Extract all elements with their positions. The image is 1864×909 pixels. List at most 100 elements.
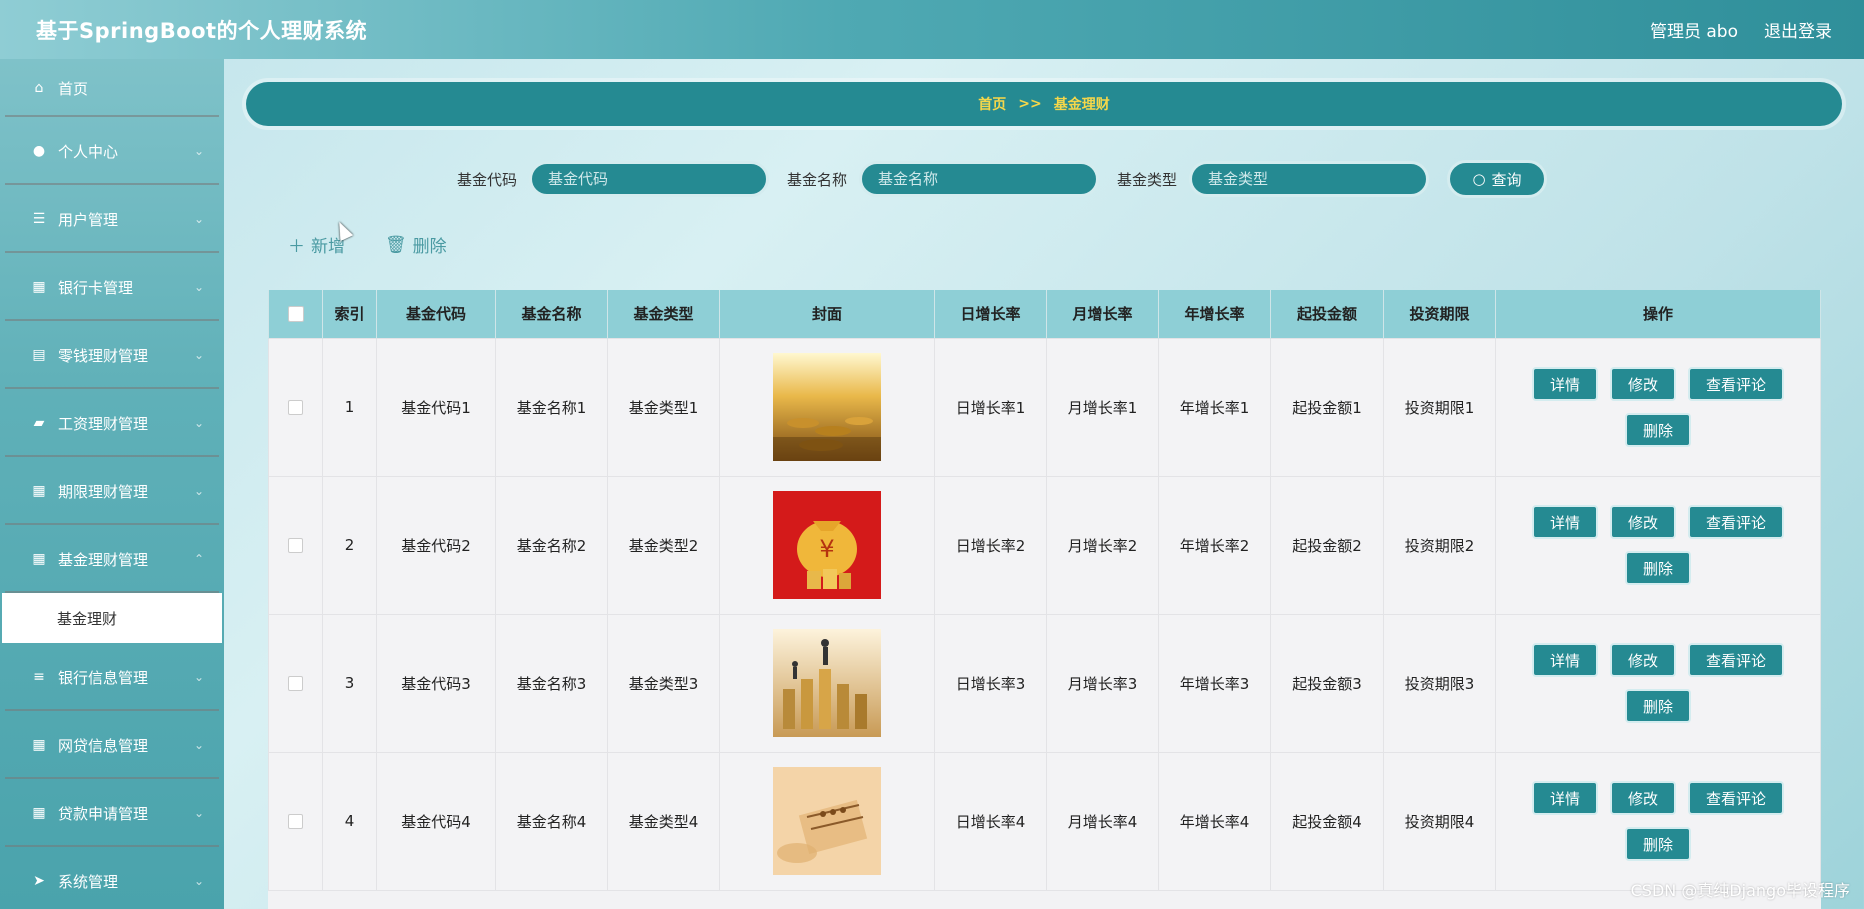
column-header: 索引	[322, 290, 377, 338]
sidebar-item-label: 个人中心	[58, 142, 119, 161]
chevron-down-icon: ⌄	[193, 738, 204, 752]
column-header: 操作	[1495, 290, 1821, 338]
fund-type-input[interactable]	[1189, 161, 1430, 197]
cover-image-businessmen-coins	[773, 629, 881, 737]
delete-button-label: 删除	[412, 237, 447, 257]
grid-icon: ▦	[32, 483, 46, 499]
delete-button[interactable]: 删除	[1624, 551, 1691, 585]
sidebar-item-bank-card[interactable]: ▦ 银行卡管理 ⌄	[0, 253, 224, 321]
cell-day-rate: 日增长率1	[934, 337, 1047, 477]
cell-month-rate: 月增长率3	[1046, 613, 1159, 753]
cell-min-amount: 起投金额2	[1270, 475, 1384, 615]
list-icon: ≡	[33, 669, 45, 685]
row-actions: 详情 修改 查看评论 删除	[1496, 643, 1820, 723]
sidebar-subitem-fund[interactable]: 基金理财	[2, 593, 222, 643]
cell-day-rate: 日增长率3	[934, 613, 1047, 753]
table-header-row: 索引 基金代码 基金名称 基金类型 封面 日增长率 月增长率 年增长率 起投金额…	[268, 290, 1821, 338]
sidebar-item-salary-finance[interactable]: ▰ 工资理财管理 ⌄	[0, 389, 224, 457]
view-comments-button[interactable]: 查看评论	[1688, 781, 1785, 815]
table-row: 3 基金代码3 基金名称3 基金类型3 日增长率3 月增长率3 年增长率3 起投…	[268, 613, 1821, 753]
detail-button[interactable]: 详情	[1531, 643, 1598, 677]
cell-min-amount: 起投金额3	[1270, 613, 1384, 753]
breadcrumb: 首页 >> 基金理财	[246, 82, 1842, 126]
chevron-down-icon: ⌄	[193, 212, 204, 226]
edit-button[interactable]: 修改	[1609, 643, 1676, 677]
fund-name-input[interactable]	[859, 161, 1099, 197]
plus-icon: ＋	[288, 237, 305, 257]
sidebar-item-loan-apply[interactable]: ▦ 贷款申请管理 ⌄	[0, 779, 224, 847]
column-header: 基金代码	[376, 290, 496, 338]
sidebar-item-label: 用户管理	[58, 210, 119, 229]
cell-name: 基金名称4	[495, 751, 608, 891]
view-comments-button[interactable]: 查看评论	[1688, 643, 1785, 677]
row-checkbox[interactable]	[288, 676, 303, 691]
delete-button[interactable]: 删除	[1624, 689, 1691, 723]
chevron-down-icon: ⌄	[193, 484, 204, 498]
edit-button[interactable]: 修改	[1609, 505, 1676, 539]
breadcrumb-home[interactable]: 首页	[978, 94, 1006, 114]
chevron-up-icon: ⌃	[193, 552, 204, 566]
batch-delete-button[interactable]: 🗑 删除	[385, 232, 447, 258]
send-icon: ➤	[33, 873, 45, 889]
cell-day-rate: 日增长率2	[934, 475, 1047, 615]
sidebar-item-home[interactable]: ⌂ 首页	[0, 59, 224, 117]
column-header: 基金类型	[607, 290, 720, 338]
view-comments-button[interactable]: 查看评论	[1688, 505, 1785, 539]
column-header: 年增长率	[1158, 290, 1271, 338]
ticket-icon: ▰	[33, 415, 45, 431]
sidebar-item-system[interactable]: ➤ 系统管理 ⌄	[0, 847, 224, 909]
top-bar: 基于SpringBoot的个人理财系统 管理员 abo 退出登录	[0, 0, 1864, 59]
sidebar-item-change-finance[interactable]: ▤ 零钱理财管理 ⌄	[0, 321, 224, 389]
add-button[interactable]: ＋ 新增	[288, 232, 345, 257]
sidebar-item-label: 银行卡管理	[58, 278, 134, 297]
toolbar: ＋ 新增 🗑 删除	[288, 232, 447, 258]
cell-code: 基金代码1	[376, 337, 496, 477]
sidebar-item-label: 首页	[58, 79, 89, 98]
sliders-icon: ☰	[32, 211, 46, 227]
sidebar-item-label: 网贷信息管理	[58, 736, 149, 755]
detail-button[interactable]: 详情	[1531, 505, 1598, 539]
select-all-checkbox[interactable]	[268, 290, 323, 338]
query-button-label: 查询	[1491, 170, 1522, 189]
edit-button[interactable]: 修改	[1609, 367, 1676, 401]
cell-term: 投资期限3	[1383, 613, 1496, 753]
edit-button[interactable]: 修改	[1609, 781, 1676, 815]
sidebar-item-term-finance[interactable]: ▦ 期限理财管理 ⌄	[0, 457, 224, 525]
trash-icon: 🗑	[385, 234, 407, 255]
row-actions: 详情 修改 查看评论 删除	[1496, 781, 1820, 861]
logout-link[interactable]: 退出登录	[1764, 17, 1832, 42]
cell-type: 基金类型2	[607, 475, 720, 615]
sidebar-item-label: 贷款申请管理	[58, 804, 149, 823]
row-checkbox[interactable]	[288, 400, 303, 415]
column-header: 投资期限	[1383, 290, 1496, 338]
home-icon: ⌂	[34, 80, 44, 96]
cell-year-rate: 年增长率2	[1158, 475, 1271, 615]
table-row: 1 基金代码1 基金名称1 基金类型1 日增长率1 月增长率1 年增长率1 起投…	[268, 337, 1821, 477]
sidebar-item-label: 工资理财管理	[58, 414, 149, 433]
detail-button[interactable]: 详情	[1531, 367, 1598, 401]
delete-button[interactable]: 删除	[1624, 413, 1691, 447]
cover-image-gold-coins	[773, 353, 881, 461]
chevron-down-icon: ⌄	[193, 670, 204, 684]
view-comments-button[interactable]: 查看评论	[1688, 367, 1785, 401]
fund-code-input[interactable]	[528, 161, 769, 197]
cell-code: 基金代码4	[376, 751, 496, 891]
row-checkbox[interactable]	[288, 538, 303, 553]
query-button[interactable]: ○ 查询	[1447, 160, 1548, 198]
header-user-area: 管理员 abo 退出登录	[1650, 17, 1832, 42]
cover-image-money-bag: ¥	[773, 491, 881, 599]
detail-button[interactable]: 详情	[1531, 781, 1598, 815]
chevron-down-icon: ⌄	[193, 874, 204, 888]
sidebar-item-label: 基金理财管理	[58, 550, 149, 569]
sidebar-item-p2p-info[interactable]: ▦ 网贷信息管理 ⌄	[0, 711, 224, 779]
sidebar-item-bank-info[interactable]: ≡ 银行信息管理 ⌄	[0, 643, 224, 711]
row-checkbox[interactable]	[288, 814, 303, 829]
current-user-label[interactable]: 管理员 abo	[1650, 17, 1738, 42]
chevron-down-icon: ⌄	[193, 416, 204, 430]
grid-icon: ▦	[32, 737, 46, 753]
delete-button[interactable]: 删除	[1624, 827, 1691, 861]
fund-table: 索引 基金代码 基金名称 基金类型 封面 日增长率 月增长率 年增长率 起投金额…	[268, 290, 1821, 909]
search-form: 基金代码 基金名称 基金类型 ○ 查询	[0, 160, 1864, 198]
cell-name: 基金名称1	[495, 337, 608, 477]
sidebar-item-fund-finance[interactable]: ▦ 基金理财管理 ⌃	[0, 525, 224, 593]
